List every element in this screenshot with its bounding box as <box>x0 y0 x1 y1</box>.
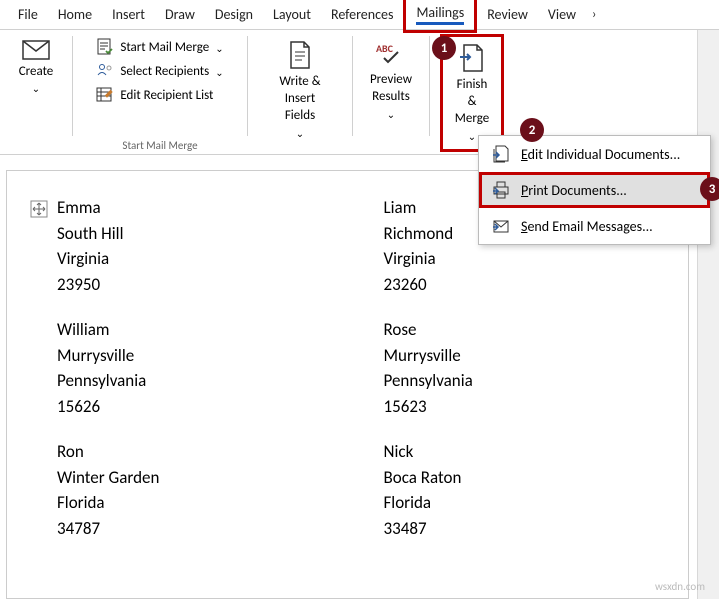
address-block: RonWinter GardenFlorida34787 <box>57 439 348 541</box>
tab-view[interactable]: View <box>538 1 586 28</box>
create-button[interactable]: Create ⌄ <box>9 34 64 101</box>
address-block: EmmaSouth HillVirginia23950 <box>57 195 348 297</box>
document-icon <box>287 40 313 70</box>
tab-home[interactable]: Home <box>48 1 102 28</box>
tab-draw[interactable]: Draw <box>155 1 205 28</box>
start-mail-merge-icon <box>96 38 114 56</box>
finish-merge-icon <box>458 43 486 73</box>
chevron-down-icon: ⌄ <box>215 66 223 79</box>
select-recipients-icon <box>96 62 114 80</box>
menu-print-documents[interactable]: Print Documents... 3 <box>479 172 710 208</box>
tab-layout[interactable]: Layout <box>263 1 321 28</box>
tab-overflow[interactable]: › <box>586 2 602 27</box>
chevron-down-icon: ⌄ <box>215 42 223 55</box>
svg-text:ABC: ABC <box>376 42 394 55</box>
callout-2: 2 <box>520 118 544 142</box>
address-block: WilliamMurrysvillePennsylvania15626 <box>57 317 348 419</box>
address-block: NickBoca RatonFlorida33487 <box>384 439 675 541</box>
tab-insert[interactable]: Insert <box>102 1 155 28</box>
email-icon <box>491 216 511 236</box>
table-move-handle[interactable] <box>30 200 48 223</box>
menu-edit-individual-documents[interactable]: Edit Individual Documents... <box>479 136 710 172</box>
envelope-icon <box>22 40 50 60</box>
callout-3: 3 <box>700 177 719 201</box>
scrollbar-region[interactable] <box>697 30 719 599</box>
watermark: wsxdn.com <box>655 580 705 593</box>
callout-1: 1 <box>432 36 456 60</box>
chevron-down-icon: ⌄ <box>468 130 476 143</box>
tab-review[interactable]: Review <box>477 1 538 28</box>
tab-references[interactable]: References <box>321 1 403 28</box>
preview-results-button[interactable]: ABC Preview Results ⌄ <box>360 34 422 127</box>
column-left: EmmaSouth HillVirginia23950 WilliamMurry… <box>21 195 348 561</box>
chevron-down-icon: ⌄ <box>32 82 40 95</box>
edit-recipient-list-icon <box>96 86 114 104</box>
abc-check-icon: ABC <box>374 40 408 68</box>
tab-design[interactable]: Design <box>205 1 263 28</box>
documents-icon <box>491 144 511 164</box>
start-mail-merge-button[interactable]: Start Mail Merge ⌄ <box>92 36 227 58</box>
move-handle-icon <box>30 200 48 218</box>
write-insert-fields-button[interactable]: Write & Insert Fields ⌄ <box>254 34 346 146</box>
start-mail-merge-group-label: Start Mail Merge <box>73 139 247 152</box>
finish-merge-menu: Edit Individual Documents... Print Docum… <box>478 135 711 245</box>
select-recipients-button[interactable]: Select Recipients ⌄ <box>92 60 227 82</box>
tab-file[interactable]: File <box>8 1 48 28</box>
ribbon-tabs: File Home Insert Draw Design Layout Refe… <box>0 0 719 30</box>
column-right: LiamRichmondVirginia23260 RoseMurrysvill… <box>348 195 675 561</box>
create-label: Create <box>19 64 54 80</box>
edit-recipient-list-button[interactable]: Edit Recipient List <box>92 84 227 106</box>
printer-icon <box>491 180 511 200</box>
chevron-down-icon: ⌄ <box>296 127 304 140</box>
menu-send-email-messages[interactable]: Send Email Messages... <box>479 208 710 244</box>
chevron-down-icon: ⌄ <box>387 108 395 121</box>
tab-mailings[interactable]: Mailings <box>403 0 477 33</box>
address-block: RoseMurrysvillePennsylvania15623 <box>384 317 675 419</box>
